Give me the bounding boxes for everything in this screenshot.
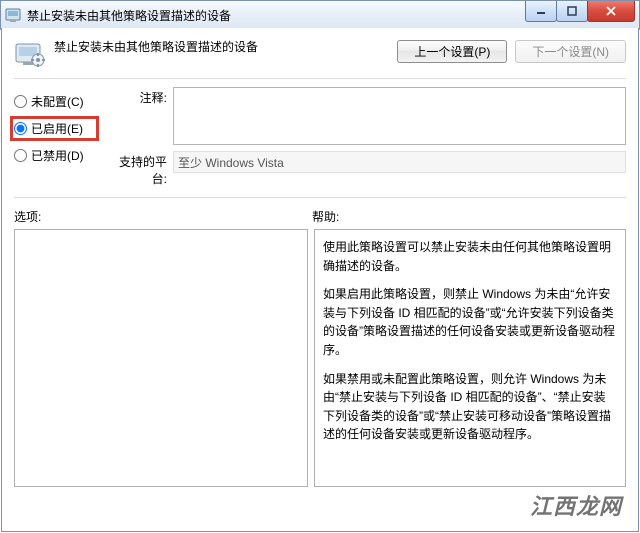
radio-disabled-row: 已禁用(D)	[14, 147, 99, 164]
state-radio-group: 未配置(C) 已启用(E) 已禁用(D)	[14, 87, 99, 193]
minimize-button[interactable]	[525, 1, 557, 22]
maximize-icon	[567, 6, 577, 16]
fields-column: 注释: 支持的平台: 至少 Windows Vista	[107, 87, 626, 193]
minimize-icon	[536, 6, 546, 16]
next-setting-button[interactable]: 下一个设置(N)	[515, 40, 626, 63]
titlebar: 禁止安装未由其他策略设置描述的设备	[0, 0, 640, 30]
state-area: 未配置(C) 已启用(E) 已禁用(D) 注释: 支持的平台:	[2, 79, 638, 197]
app-icon	[5, 7, 21, 23]
radio-disabled[interactable]	[14, 149, 27, 162]
policy-title: 禁止安装未由其他策略设置描述的设备	[54, 38, 397, 55]
policy-icon	[14, 38, 46, 70]
policy-editor-window: 禁止安装未由其他策略设置描述的设备	[0, 0, 640, 533]
client-area: 禁止安装未由其他策略设置描述的设备 上一个设置(P) 下一个设置(N) 未配置(…	[1, 28, 639, 532]
maximize-button[interactable]	[556, 1, 588, 22]
radio-enabled[interactable]	[14, 122, 27, 135]
help-paragraph: 使用此策略设置可以禁止安装未由任何其他策略设置明确描述的设备。	[323, 238, 617, 275]
help-paragraph: 如果启用此策略设置，则禁止 Windows 为未由“允许安装与下列设备 ID 相…	[323, 285, 617, 359]
options-pane	[14, 229, 308, 487]
radio-enabled-row: 已启用(E)	[10, 116, 99, 141]
radio-not-configured-row: 未配置(C)	[14, 93, 99, 110]
close-button[interactable]	[587, 1, 635, 22]
help-pane: 使用此策略设置可以禁止安装未由任何其他策略设置明确描述的设备。 如果启用此策略设…	[314, 229, 626, 487]
panes: 使用此策略设置可以禁止安装未由任何其他策略设置明确描述的设备。 如果启用此策略设…	[2, 229, 638, 495]
previous-setting-button[interactable]: 上一个设置(P)	[397, 40, 507, 63]
help-paragraph: 如果禁用或未配置此策略设置，则允许 Windows 为未由“禁止安装与下列设备 …	[323, 370, 617, 444]
close-icon	[605, 6, 617, 16]
radio-enabled-label[interactable]: 已启用(E)	[31, 120, 83, 137]
radio-not-configured[interactable]	[14, 95, 27, 108]
help-label: 帮助:	[312, 208, 339, 225]
section-labels: 选项: 帮助:	[2, 198, 638, 229]
radio-not-configured-label[interactable]: 未配置(C)	[31, 93, 84, 110]
comment-label: 注释:	[107, 87, 173, 106]
window-title: 禁止安装未由其他策略设置描述的设备	[27, 7, 231, 24]
platform-label: 支持的平台:	[107, 151, 173, 187]
supported-platform-value: 至少 Windows Vista	[173, 151, 626, 173]
comment-textarea[interactable]	[173, 87, 626, 145]
options-label: 选项:	[14, 208, 312, 225]
header-row: 禁止安装未由其他策略设置描述的设备 上一个设置(P) 下一个设置(N)	[2, 28, 638, 78]
radio-disabled-label[interactable]: 已禁用(D)	[31, 147, 84, 164]
